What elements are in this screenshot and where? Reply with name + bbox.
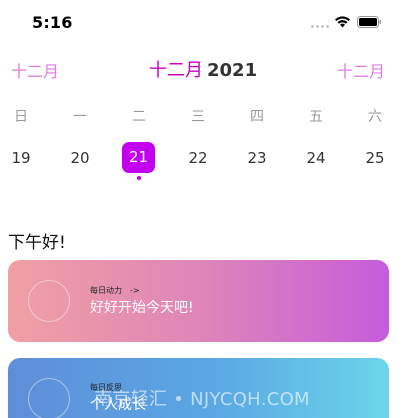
weekday-row: 日 一 二 三 四 五 六 — [0, 106, 411, 126]
week-date-row: 19 20 21 22 23 24 25 — [0, 140, 411, 182]
weekday-label: 三 — [191, 109, 205, 125]
date-cell[interactable]: 25 — [355, 143, 395, 173]
weekday-label: 六 — [368, 109, 382, 125]
next-month-button[interactable]: 十二月 — [337, 58, 385, 82]
battery-icon — [357, 16, 382, 28]
greeting-heading: 下午好! — [8, 233, 66, 253]
date-cell[interactable]: 19 — [1, 143, 41, 173]
month-title: 十二月 2021 — [149, 56, 257, 82]
date-cell[interactable]: 20 — [60, 143, 100, 173]
date-cell[interactable]: 22 — [178, 143, 218, 173]
current-year-label: 2021 — [207, 60, 258, 81]
watermark-text: 南京轻汇 • NJYCQH.COM — [94, 389, 310, 410]
card-title: 好好开始今天吧! — [90, 300, 194, 316]
card-avatar-circle — [28, 280, 70, 322]
month-header: 十二月 十二月 2021 十二月 — [0, 56, 411, 82]
weekday-label: 四 — [250, 109, 264, 125]
weekday-label: 一 — [73, 109, 87, 125]
card-avatar-circle — [28, 378, 70, 418]
today-indicator-dot — [137, 176, 141, 180]
weekday-label: 五 — [309, 109, 323, 125]
daily-motivation-card[interactable]: 每日动力 -> 好好开始今天吧! — [8, 260, 389, 342]
card-category-text: 每日动力 — [90, 286, 122, 295]
status-time: 5:16 — [32, 13, 73, 32]
selected-date-cell[interactable]: 21 — [122, 142, 155, 173]
cellular-signal-icon — [311, 25, 329, 28]
status-bar: 5:16 — [0, 0, 411, 46]
weekday-label: 日 — [14, 109, 28, 125]
arrow-right-icon: -> — [130, 286, 140, 295]
prev-month-button[interactable]: 十二月 — [11, 58, 59, 82]
date-cell[interactable]: 24 — [296, 143, 336, 173]
weekday-label: 二 — [132, 109, 146, 125]
date-cell[interactable]: 23 — [237, 143, 277, 173]
card-category-label: 每日动力 -> — [90, 285, 140, 296]
current-month-label: 十二月 — [149, 60, 203, 81]
wifi-icon — [335, 16, 350, 28]
